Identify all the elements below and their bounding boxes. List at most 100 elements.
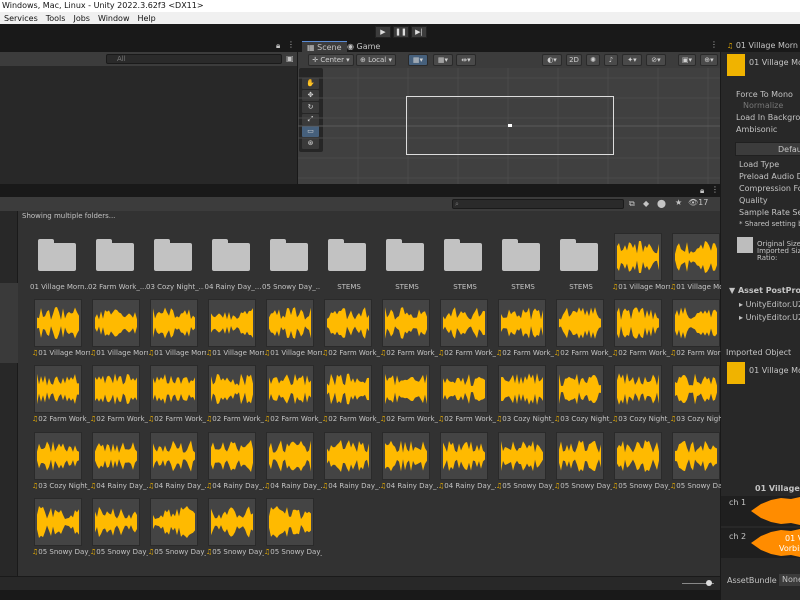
project-search-input[interactable]: ⌕ [452,199,624,209]
zoom-slider-knob[interactable] [706,580,712,586]
waveform-shape [269,307,311,339]
audio-asset-item[interactable]: ♫02 Farm Work_... [438,299,498,363]
folder-item[interactable]: 03 Cozy Night_... [146,233,208,297]
folder-item[interactable]: STEMS [498,233,556,297]
audio-asset-item[interactable]: ♫02 Farm Work_... [90,365,150,429]
postprocessors-header[interactable]: ▼ Asset PostProcess [729,286,800,295]
space-dropdown[interactable]: ⊕ Local ▾ [356,54,396,66]
grid-toggle-button[interactable]: ▦▾ [433,54,453,66]
search-by-label-icon[interactable]: ◆ [643,199,649,208]
postprocessor-item[interactable]: ▸ UnityEditor.U2D [739,313,800,322]
search-by-type-icon[interactable]: ⧉ [629,199,635,209]
grid-snap-button[interactable]: ▦▾ [408,54,428,66]
audio-asset-item[interactable]: ♫02 Farm Work_... [612,299,672,363]
effects-toggle-icon[interactable]: ✦▾ [622,54,642,66]
folder-tree-scrollbar[interactable] [0,283,18,363]
default-tab-label: Default [778,145,800,154]
gizmos-dropdown-icon[interactable]: ⊕▾ [700,54,718,66]
audio-asset-item[interactable]: ♫02 Farm Work_... [322,299,382,363]
audio-asset-item[interactable]: ♫04 Rainy Day_... [264,432,324,496]
audio-asset-item[interactable]: ♫04 Rainy Day_... [206,432,266,496]
audio-asset-item[interactable]: ♫05 Snowy Day_... [496,432,556,496]
audio-asset-item[interactable]: ♫05 Snowy Day_... [148,498,208,562]
folder-item[interactable]: STEMS [556,233,614,297]
audio-asset-item[interactable]: ♫05 Snowy Day_... [612,432,672,496]
folder-item[interactable]: 04 Rainy Day_... [205,233,266,297]
audio-asset-item[interactable]: ♫01 Village Morn... [206,299,266,363]
scene-menu-icon[interactable]: ⋮ [710,40,718,49]
audio-asset-item[interactable]: ♫03 Cozy Night_... [496,365,556,429]
inspector-title: ♫ 01 Village Morn [727,41,798,50]
shading-mode-button[interactable]: ◐▾ [542,54,562,66]
project-menu-icon[interactable]: ⋮ [711,185,719,194]
hierarchy-search-input[interactable]: All [106,54,282,64]
scene-view[interactable]: ▦ Scene ◉ Game ⋮ ✛ Center ▾ ⊕ Local ▾ ▦▾… [298,40,720,184]
audio-asset-item[interactable]: ♫01 Village Morn... [148,299,208,363]
audio-asset-item[interactable]: ♫04 Rainy Day_... [438,432,498,496]
assetbundle-dropdown[interactable]: None [779,574,800,586]
folder-item[interactable]: STEMS [440,233,498,297]
audio-asset-item[interactable]: ♫02 Farm Work_... [554,299,614,363]
postprocessor-item[interactable]: ▸ UnityEditor.U2D [739,300,800,309]
audio-asset-item[interactable]: ♫02 Farm Work_... [322,365,382,429]
menu-jobs[interactable]: Jobs [69,14,94,23]
menu-services[interactable]: Services [0,14,42,23]
folder-item[interactable]: 05 Snowy Day_... [262,233,324,297]
hierarchy-options-icon[interactable]: ▣ [286,54,294,63]
audio-asset-item[interactable]: ♫02 Farm Work_... [264,365,324,429]
audio-asset-item[interactable]: ♫03 Cozy Night_... [612,365,672,429]
audio-asset-item[interactable]: ♫02 Farm Work_... [148,365,208,429]
audio-asset-item[interactable]: ♫04 Rainy Day_... [322,432,382,496]
audio-asset-item[interactable]: ♫01 Village Morn... [264,299,324,363]
audio-asset-item[interactable]: ♫01 Village Morn... [612,233,672,297]
menu-help[interactable]: Help [134,14,160,23]
play-button[interactable]: ▶ [375,26,391,38]
lock-icon[interactable]: 🔒︎ [276,41,280,51]
audio-asset-item[interactable]: ♫02 Farm Work_... [206,365,266,429]
2d-toggle[interactable]: 2D [566,54,582,66]
pause-button[interactable]: ❚❚ [393,26,409,38]
menu-tools[interactable]: Tools [42,14,70,23]
audio-asset-item[interactable]: ♫04 Rainy Day_... [148,432,208,496]
audio-asset-item[interactable]: ♫03 Cozy Night_... [554,365,614,429]
audio-asset-item[interactable]: ♫05 Snowy Day_... [90,498,150,562]
tab-scene[interactable]: ▦ Scene [302,41,347,52]
audio-asset-item[interactable]: ♫01 Village Morn... [32,299,92,363]
folder-item[interactable]: 01 Village Morn... [30,233,92,297]
visibility-toggle-icon[interactable]: ⊘▾ [646,54,666,66]
step-button[interactable]: ▶| [411,26,427,38]
audio-asset-item[interactable]: ♫03 Cozy Night_... [32,432,92,496]
folder-item[interactable]: STEMS [382,233,440,297]
hidden-count[interactable]: 👁︎17 [688,198,708,207]
audio-asset-item[interactable]: ♫02 Farm Work_... [496,299,556,363]
tab-game[interactable]: ◉ Game [342,41,385,52]
menu-window[interactable]: Window [94,14,134,23]
audio-asset-item[interactable]: ♫02 Farm Work_... [380,299,440,363]
audio-asset-item[interactable]: ♫05 Snowy Day_... [206,498,266,562]
audio-thumbnail [92,432,140,480]
audio-asset-item[interactable]: ♫02 Farm Work_... [438,365,498,429]
audio-toggle-icon[interactable]: ♪ [604,54,618,66]
audio-asset-item[interactable]: ♫05 Snowy Day_... [32,498,92,562]
folder-item[interactable]: 02 Farm Work_... [88,233,150,297]
audio-asset-item[interactable]: ♫04 Rainy Day_... [380,432,440,496]
audio-thumbnail [266,299,314,347]
menu-dots-icon[interactable]: ⋮ [287,40,295,49]
folder-item[interactable]: STEMS [324,233,382,297]
increment-snap-button[interactable]: ⇹▾ [456,54,476,66]
audio-asset-item[interactable]: ♫02 Farm Work_... [380,365,440,429]
audio-asset-item[interactable]: ♫05 Snowy Day_... [554,432,614,496]
lock-icon[interactable]: 🔒︎ [700,186,704,196]
camera-settings-icon[interactable]: ▣▾ [678,54,696,66]
lighting-toggle-icon[interactable]: ✺ [586,54,600,66]
audio-asset-item[interactable]: ♫02 Farm Work_... [32,365,92,429]
project-asset-grid[interactable]: Showing multiple folders... 01 Village M… [18,211,728,576]
search-by-tag-icon[interactable]: ⬤ [657,199,666,208]
favorite-star-icon[interactable]: ★ [675,198,682,207]
audio-asset-item[interactable]: ♫04 Rainy Day_... [90,432,150,496]
audio-asset-item[interactable]: ♫05 Snowy Day_... [264,498,324,562]
platform-default-tab[interactable]: Default [735,142,800,156]
audio-asset-item[interactable]: ♫01 Village Morn... [90,299,150,363]
pivot-dropdown[interactable]: ✛ Center ▾ [308,54,354,66]
project-folder-tree[interactable] [0,211,18,576]
